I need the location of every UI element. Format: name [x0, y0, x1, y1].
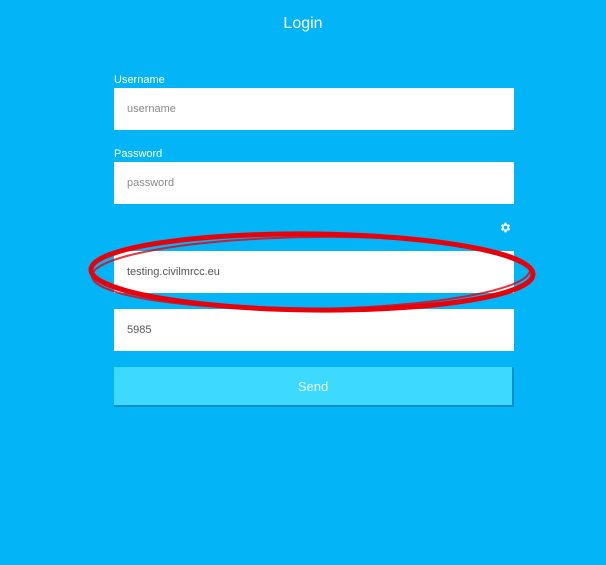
password-input[interactable]: [114, 162, 514, 204]
send-button[interactable]: Send: [114, 367, 514, 407]
port-input[interactable]: [114, 309, 514, 351]
password-label: Password: [114, 148, 163, 160]
username-input[interactable]: [114, 88, 514, 130]
gear-icon[interactable]: [499, 221, 512, 234]
page-title: Login: [283, 15, 323, 32]
server-address-input[interactable]: [114, 251, 514, 293]
login-page: Login Username Password Send: [0, 0, 606, 565]
username-label: Username: [114, 74, 165, 86]
